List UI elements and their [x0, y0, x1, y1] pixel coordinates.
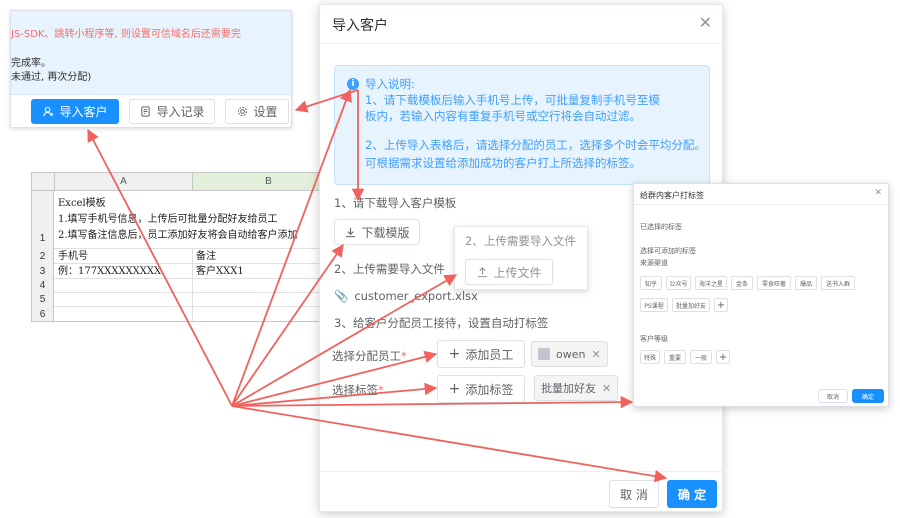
import-customers-label: 导入客户 [59, 105, 108, 119]
import-customers-button[interactable]: 导入客户 [31, 99, 119, 124]
uploaded-file-name: customer_export.xlsx [354, 289, 478, 303]
user-add-icon [42, 106, 54, 118]
row-header: 5 [32, 293, 54, 307]
add-tag-button[interactable]: + 添加标签 [437, 375, 525, 403]
step1-label: 1、请下载导入客户模板 [334, 196, 457, 210]
cell-a1: 2.填写备注信息后，员工添加好友将会自动给客户添加 [58, 230, 298, 241]
uploaded-file[interactable]: 📎 customer_export.xlsx [334, 289, 478, 303]
tag-dialog-title: 给群内客户打标签 [640, 191, 704, 200]
cell-a1: 1.填写手机号信息，上传后可批量分配好友给员工 [58, 214, 278, 225]
corner-cell [32, 173, 54, 191]
document-icon [139, 106, 151, 118]
tag-option[interactable]: PS课程 [640, 298, 668, 312]
tag-option[interactable]: 爆品 [795, 276, 817, 290]
close-icon[interactable]: ✕ [591, 348, 600, 361]
cell-b2: 备注 [196, 251, 216, 262]
info-banner: JS-SDK、跳转小程序等, 则设置可信域名后还需要完 完成率。 未通过, 再次… [11, 11, 291, 95]
dialog-title: 导入客户 [332, 18, 388, 34]
tag-option[interactable]: 零食旺奢 [757, 276, 791, 290]
tag-option[interactable]: 一般 [690, 350, 712, 364]
close-icon[interactable]: ✕ [874, 188, 882, 198]
tag-option[interactable]: 金条 [731, 276, 753, 290]
cell-a1: Excel模板 [58, 198, 106, 209]
cancel-button[interactable]: 取 消 [609, 480, 659, 508]
tag-option[interactable]: 海洋之星 [695, 276, 727, 290]
cell-b3: 客户XXX1 [196, 266, 244, 277]
row-header: 3 [32, 264, 54, 279]
download-template-label: 下载模版 [361, 225, 410, 240]
close-icon[interactable]: ✕ [699, 13, 712, 32]
required-mark: * [378, 383, 384, 397]
selected-tag: 批量加好友 ✕ [534, 375, 619, 401]
assign-staff-label: 选择分配员工* [332, 348, 407, 364]
selected-tags-heading: 已选择的标签 [640, 223, 682, 231]
add-tag-plus-button[interactable]: + [714, 298, 728, 312]
required-mark: * [401, 349, 407, 363]
add-tag-plus-button[interactable]: + [716, 350, 730, 364]
alert-line: 板内，若输入内容有重复手机号或空行将会自动过滤。 [365, 109, 641, 123]
import-records-label: 导入记录 [156, 105, 205, 119]
selected-tag-name: 批量加好友 [541, 382, 596, 395]
download-icon [344, 226, 356, 238]
plus-icon: + [448, 346, 461, 362]
plus-icon: + [448, 381, 461, 397]
row-header: 1 [32, 191, 54, 249]
excel-template-preview: A B 1 2 3 4 5 6 Excel模板 1.填写手机号信息，上传后可批量… [31, 172, 343, 322]
select-tags-label: 选择标签* [332, 382, 384, 398]
tag-option[interactable]: 重要 [664, 350, 686, 364]
select-tags-text: 选择标签 [332, 383, 378, 397]
available-tags-heading: 选择可添加的标签 [640, 247, 696, 255]
avatar [538, 348, 550, 360]
upload-popup-title: 2、上传需要导入文件 [465, 234, 576, 248]
upload-icon [476, 266, 488, 278]
group-tag-dialog: 给群内客户打标签 ✕ 已选择的标签 选择可添加的标签 来源渠道 知乎 公众号 海… [633, 183, 889, 407]
banner-text-line: 未通过, 再次分配) [11, 72, 92, 83]
add-staff-label: 添加员工 [465, 347, 514, 362]
info-icon: i [347, 78, 359, 90]
row-header: 4 [32, 279, 54, 293]
cell-a3: 例：177XXXXXXXXX [58, 266, 162, 277]
paperclip-icon: 📎 [334, 289, 349, 303]
settings-button[interactable]: 设置 [225, 99, 289, 124]
row-header: 2 [32, 249, 54, 264]
banner-warning-text: JS-SDK、跳转小程序等, 则设置可信域名后还需要完 [11, 29, 241, 40]
staff-tag-name: owen [556, 347, 586, 361]
alert-line: 1、请下载模板后输入手机号上传，可批量复制手机号至模 [365, 93, 660, 107]
confirm-button[interactable]: 确 定 [667, 480, 717, 508]
tag-dialog-confirm-button[interactable]: 确定 [852, 389, 884, 403]
alert-line: 2、上传导入表格后，请选择分配的员工，选择多个时会平均分配。 [365, 138, 706, 152]
import-toolbar-card: JS-SDK、跳转小程序等, 则设置可信域名后还需要完 完成率。 未通过, 再次… [10, 10, 292, 128]
tag-group-name: 来源渠道 [640, 259, 668, 267]
import-instructions-alert: i 导入说明: 1、请下载模板后输入手机号上传，可批量复制手机号至模 板内，若输… [334, 65, 710, 185]
add-tag-label: 添加标签 [465, 382, 514, 397]
tag-option[interactable]: 送书入群 [821, 276, 855, 290]
assign-staff-text: 选择分配员工 [332, 349, 401, 363]
banner-text-line: 完成率。 [11, 58, 51, 69]
cell-a2: 手机号 [58, 251, 88, 262]
add-staff-button[interactable]: + 添加员工 [437, 340, 525, 368]
gear-icon [236, 106, 248, 118]
close-icon[interactable]: ✕ [602, 382, 611, 395]
row-header: 6 [32, 307, 54, 321]
tag-option[interactable]: 批量加好友 [672, 298, 710, 312]
settings-label: 设置 [253, 105, 278, 119]
alert-title: 导入说明: [365, 77, 415, 91]
tag-group-name: 客户等级 [640, 335, 668, 343]
staff-tag: owen ✕ [531, 341, 608, 367]
tag-option[interactable]: 特殊 [640, 350, 660, 364]
tag-option[interactable]: 知乎 [640, 276, 662, 290]
upload-file-popup: 2、上传需要导入文件 上传文件 [454, 226, 588, 290]
download-template-button[interactable]: 下载模版 [334, 219, 420, 245]
column-header-a: A [54, 173, 192, 191]
tag-option[interactable]: 公众号 [666, 276, 691, 290]
import-records-button[interactable]: 导入记录 [129, 99, 215, 124]
upload-file-label: 上传文件 [493, 265, 542, 280]
upload-file-button[interactable]: 上传文件 [465, 259, 553, 285]
step2-label: 2、上传需要导入文件 [334, 262, 445, 276]
tag-dialog-cancel-button[interactable]: 取消 [818, 389, 848, 403]
alert-line: 可根据需求设置给添加成功的客户打上所选择的标签。 [365, 156, 641, 170]
step3-label: 3、给客户分配员工接待，设置自动打标签 [334, 316, 549, 330]
